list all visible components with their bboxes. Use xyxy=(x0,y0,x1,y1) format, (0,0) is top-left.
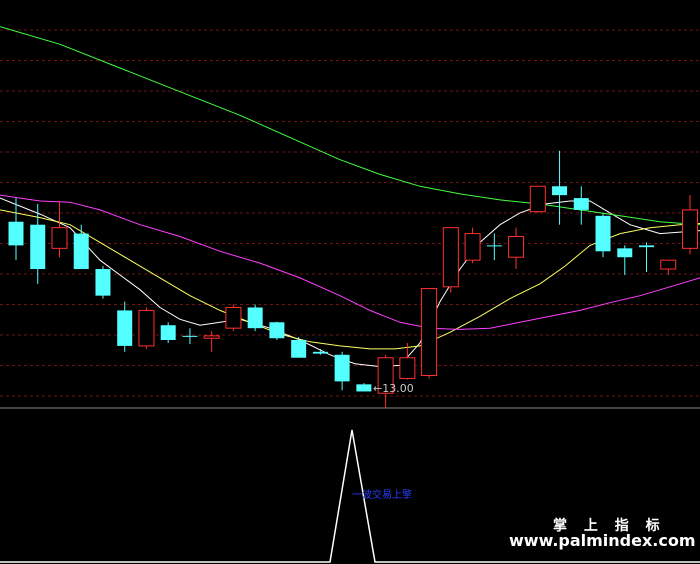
candle xyxy=(160,322,176,343)
candle-body xyxy=(182,335,198,337)
candle-body xyxy=(247,307,263,329)
candle-body xyxy=(138,309,155,347)
candle-body xyxy=(291,340,307,358)
candle-body xyxy=(595,215,611,252)
candle-body xyxy=(51,227,68,249)
candle-body xyxy=(356,384,372,392)
candle xyxy=(356,383,372,392)
candle xyxy=(529,185,546,213)
stock-chart: ←13.00 一波交易上擎 掌 上 指 标 www.palmindex.com xyxy=(0,0,700,564)
candle xyxy=(442,227,459,293)
candle-body xyxy=(203,335,220,339)
candle-body xyxy=(442,227,459,288)
candle-body xyxy=(421,288,438,376)
candle-body xyxy=(682,209,698,249)
candle xyxy=(95,266,111,299)
watermark-url: www.palmindex.com xyxy=(509,531,696,550)
candle xyxy=(269,321,285,340)
signal-label: 一波交易上擎 xyxy=(352,488,412,501)
candle xyxy=(595,212,611,258)
candle-body xyxy=(269,322,285,339)
candle-body xyxy=(486,245,502,247)
candle-body xyxy=(95,269,111,296)
candle-body xyxy=(639,245,655,248)
candle xyxy=(225,304,242,332)
candle xyxy=(421,288,438,379)
candle-body xyxy=(334,354,350,382)
candle-body xyxy=(30,224,46,270)
candle-body xyxy=(573,198,589,210)
candle-body xyxy=(399,357,416,379)
candle-body xyxy=(464,233,481,261)
candle xyxy=(291,337,307,358)
low-price-marker: ←13.00 xyxy=(373,382,414,395)
candle-body xyxy=(529,185,546,213)
candle-body xyxy=(508,236,525,258)
candle-body xyxy=(73,233,89,270)
candle-body xyxy=(660,259,677,270)
candle-body xyxy=(312,351,328,354)
candle-body xyxy=(552,186,568,196)
candle-body xyxy=(117,310,133,346)
candle xyxy=(247,304,263,332)
candle-body xyxy=(160,325,176,340)
candle-body xyxy=(225,306,242,329)
candle xyxy=(138,307,155,349)
candle-body xyxy=(8,221,24,246)
candle-body xyxy=(617,248,633,258)
